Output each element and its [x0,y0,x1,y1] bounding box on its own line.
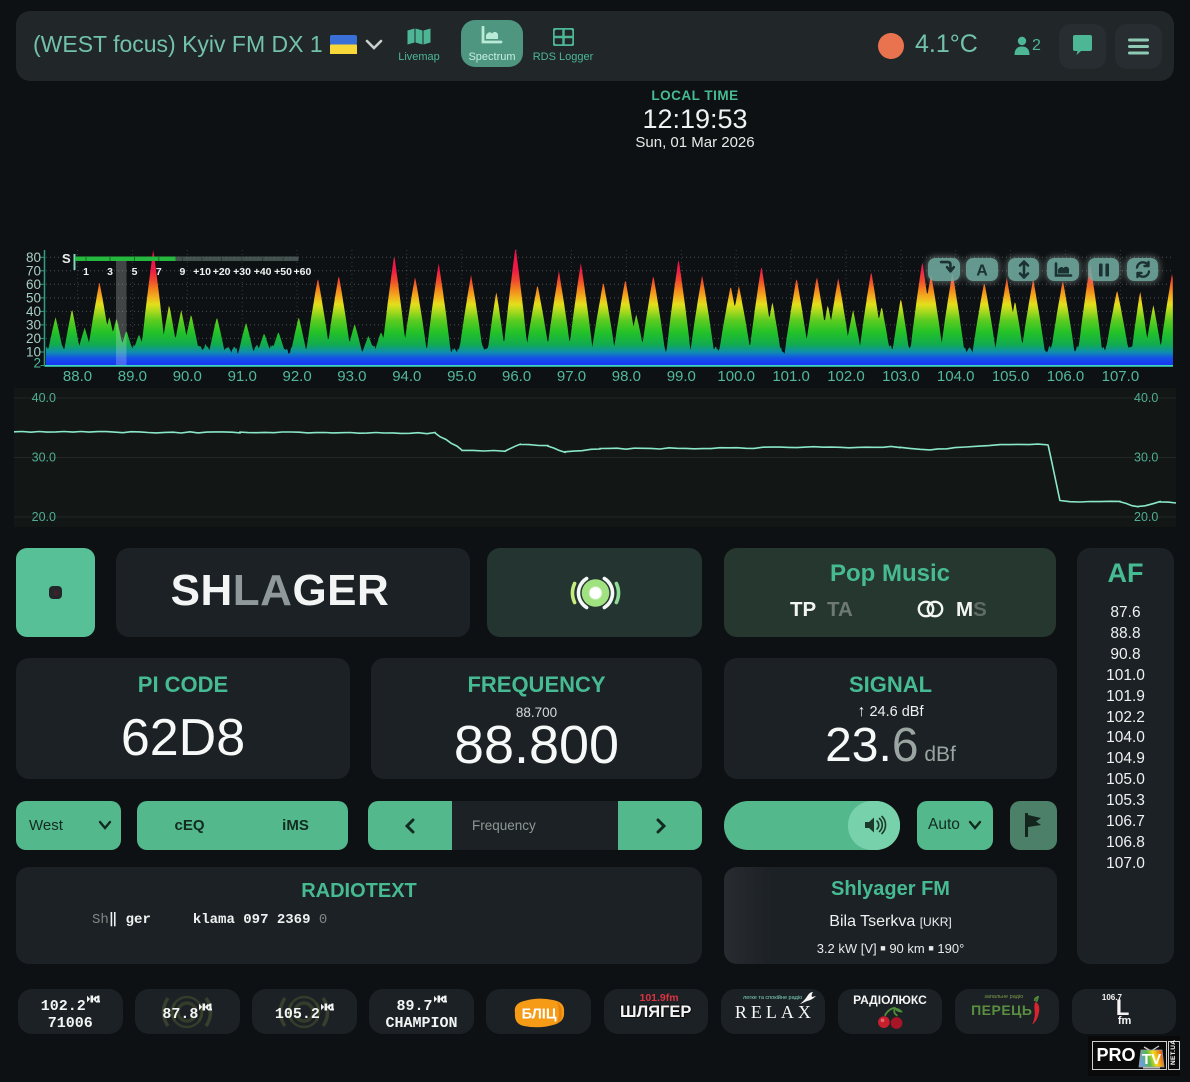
svg-text:60: 60 [26,277,41,292]
svg-text:+60: +60 [293,266,311,278]
svg-text:1: 1 [96,995,100,1004]
svg-text:TV: TV [1142,1051,1161,1068]
svg-text:БЛІЦ: БЛІЦ [522,1007,557,1023]
svg-text:+30: +30 [233,266,251,278]
svg-text:A: A [977,262,989,279]
svg-text:30.0: 30.0 [32,451,56,465]
svg-text:40.0: 40.0 [1134,391,1158,405]
svg-text:40: 40 [26,304,41,319]
svg-text:+20: +20 [213,266,231,278]
svg-text:2: 2 [33,355,41,370]
svg-text:80: 80 [26,250,41,265]
svg-text:9: 9 [179,266,185,278]
svg-text:3: 3 [107,266,113,278]
svg-text:5: 5 [132,266,138,278]
svg-text:20: 20 [26,331,41,346]
svg-text:+50: +50 [274,266,292,278]
svg-text:70: 70 [26,263,41,278]
svg-text:30: 30 [26,317,41,332]
svg-text:1: 1 [83,266,89,278]
svg-text:+40: +40 [254,266,272,278]
svg-text:7: 7 [156,266,162,278]
svg-text:+10: +10 [193,266,211,278]
svg-text:1: 1 [330,1003,334,1012]
svg-text:40.0: 40.0 [32,391,56,405]
svg-text:S: S [62,251,71,266]
svg-text:1: 1 [443,995,447,1004]
svg-text:1: 1 [208,1003,212,1012]
svg-text:20.0: 20.0 [32,510,56,524]
svg-text:50: 50 [26,290,41,305]
svg-text:30.0: 30.0 [1134,451,1158,465]
svg-text:20.0: 20.0 [1134,510,1158,524]
